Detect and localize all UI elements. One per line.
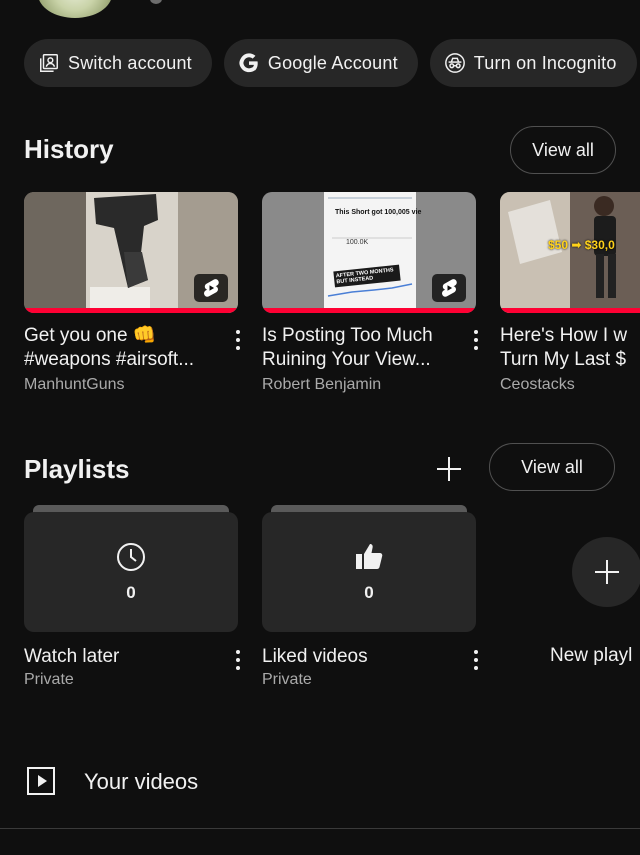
history-thumbnail-2[interactable]: This Short got 100,005 vie 100.0K AFTER … — [262, 192, 476, 313]
thumbs-up-icon — [356, 544, 383, 569]
liked-videos-count: 0 — [364, 583, 374, 602]
more-options-icon[interactable] — [473, 330, 479, 350]
shorts-badge-icon — [194, 274, 228, 302]
liked-videos-privacy: Private — [262, 671, 312, 688]
history-video-3-title[interactable]: Here's How I w Turn My Last $ — [500, 324, 640, 372]
history-video-1-title[interactable]: Get you one 👊 #weapons #airsoft... — [24, 324, 224, 372]
your-videos-icon — [27, 767, 55, 795]
account-name-fragment — [150, 0, 162, 4]
watch-progress-bar — [500, 308, 640, 313]
history-thumbnail-1[interactable] — [24, 192, 238, 313]
history-video-1-channel: ManhuntGuns — [24, 376, 125, 393]
thumbnail-image — [500, 192, 640, 313]
thumbnail-headline: $50 ➡ $30,0 — [548, 238, 615, 252]
switch-account-button[interactable]: Switch account — [24, 39, 212, 87]
watch-later-name[interactable]: Watch later — [24, 645, 224, 669]
divider — [0, 828, 640, 829]
watch-later-count: 0 — [126, 583, 136, 602]
google-g-icon — [239, 53, 258, 73]
thumbnail-headline: This Short got 100,005 vie — [335, 209, 422, 216]
more-options-icon[interactable] — [235, 330, 241, 350]
google-account-button[interactable]: Google Account — [223, 39, 418, 87]
switch-account-icon — [40, 54, 58, 72]
shorts-badge-icon — [432, 274, 466, 302]
watch-later-privacy: Private — [24, 671, 74, 688]
new-playlist-label: New playl — [550, 645, 633, 666]
account-avatar[interactable] — [38, 0, 112, 18]
incognito-button[interactable]: Turn on Incognito — [429, 39, 637, 87]
more-options-icon[interactable] — [473, 650, 479, 670]
playlists-title: Playlists — [24, 454, 130, 484]
more-options-icon[interactable] — [235, 650, 241, 670]
playlists-view-all-button[interactable]: View all — [489, 443, 615, 491]
new-playlist-button[interactable] — [572, 537, 640, 607]
clock-icon — [117, 543, 145, 571]
your-videos-row[interactable]: Your videos — [0, 752, 640, 812]
liked-videos-card[interactable]: 0 — [262, 512, 476, 632]
watch-later-card[interactable]: 0 — [24, 512, 238, 632]
liked-videos-name[interactable]: Liked videos — [262, 645, 462, 669]
thumbnail-stat: 100.0K — [346, 239, 369, 246]
switch-account-label: Switch account — [68, 52, 192, 73]
history-thumbnail-3[interactable]: $50 ➡ $30,0 — [500, 192, 640, 313]
plus-icon — [595, 560, 619, 584]
incognito-label: Turn on Incognito — [473, 52, 617, 73]
incognito-icon — [444, 53, 465, 73]
account-chips-row: Switch account Google Account Turn on In… — [24, 39, 637, 87]
history-video-2-title[interactable]: Is Posting Too Much Ruining Your View... — [262, 324, 462, 372]
watch-progress-bar — [262, 308, 476, 313]
history-title: History — [24, 134, 114, 164]
add-playlist-icon[interactable] — [435, 455, 463, 483]
history-video-2-channel: Robert Benjamin — [262, 376, 382, 393]
watch-progress-bar — [24, 308, 238, 313]
history-view-all-button[interactable]: View all — [510, 126, 616, 174]
history-video-3-channel: Ceostacks — [500, 376, 575, 393]
google-account-label: Google Account — [267, 52, 398, 73]
your-videos-label: Your videos — [84, 769, 199, 794]
